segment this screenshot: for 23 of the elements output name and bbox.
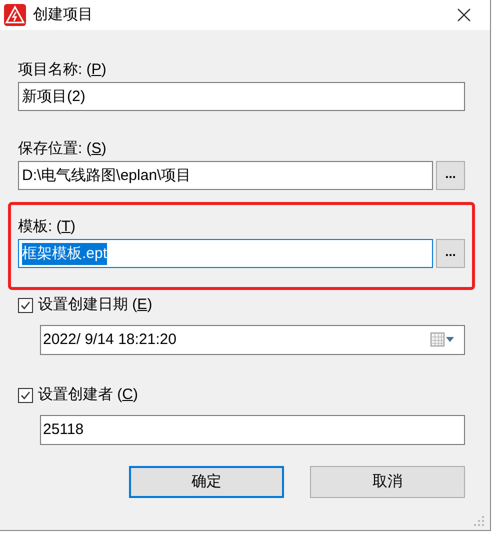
browse-button[interactable]: ... [436,239,465,268]
window-title: 创建项目 [33,4,93,25]
cancel-button[interactable]: 取消 [310,466,465,498]
app-logo-icon [4,4,26,26]
input-field[interactable]: 25118 [40,415,465,445]
browse-button[interactable]: ... [436,161,465,190]
checkbox[interactable] [18,298,33,312]
input-field[interactable]: 新项目(2) [18,82,465,111]
resize-grip-icon[interactable] [474,516,484,526]
checkbox[interactable] [18,388,33,402]
ok-button[interactable]: 确定 [129,466,284,498]
checkbox-label: 设置创建日期 (E) [38,295,152,315]
field-label: 模板: (T) [18,217,77,237]
calendar-icon[interactable] [430,332,456,348]
checkbox-label: 设置创建者 (C) [38,385,138,405]
close-icon[interactable] [457,8,471,22]
input-field[interactable]: 2022/ 9/14 18:21:20 [40,325,465,355]
field-label: 保存位置: (S) [18,139,108,159]
field-label: 项目名称: (P) [18,60,108,80]
input-field[interactable]: 框架模板.ept [18,239,433,268]
input-field[interactable]: D:\电气线路图\eplan\项目 [18,161,433,190]
checkmark-icon [20,300,31,310]
checkmark-icon [20,390,31,400]
